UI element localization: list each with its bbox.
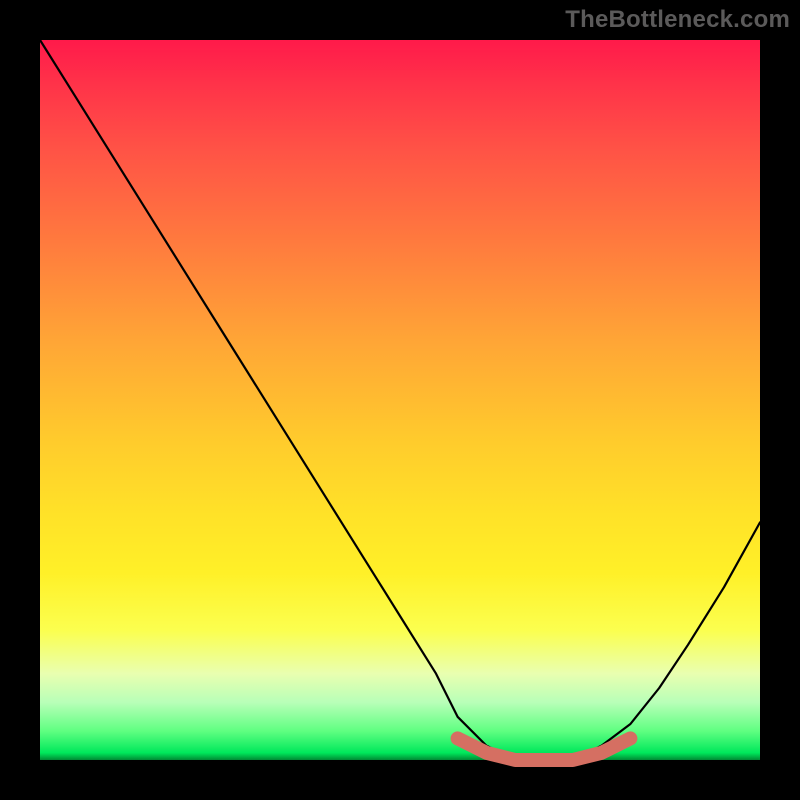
chart-frame: TheBottleneck.com [0, 0, 800, 800]
curve-line [40, 40, 760, 760]
plot-area [40, 40, 760, 760]
chart-svg [40, 40, 760, 760]
watermark-label: TheBottleneck.com [565, 6, 790, 34]
